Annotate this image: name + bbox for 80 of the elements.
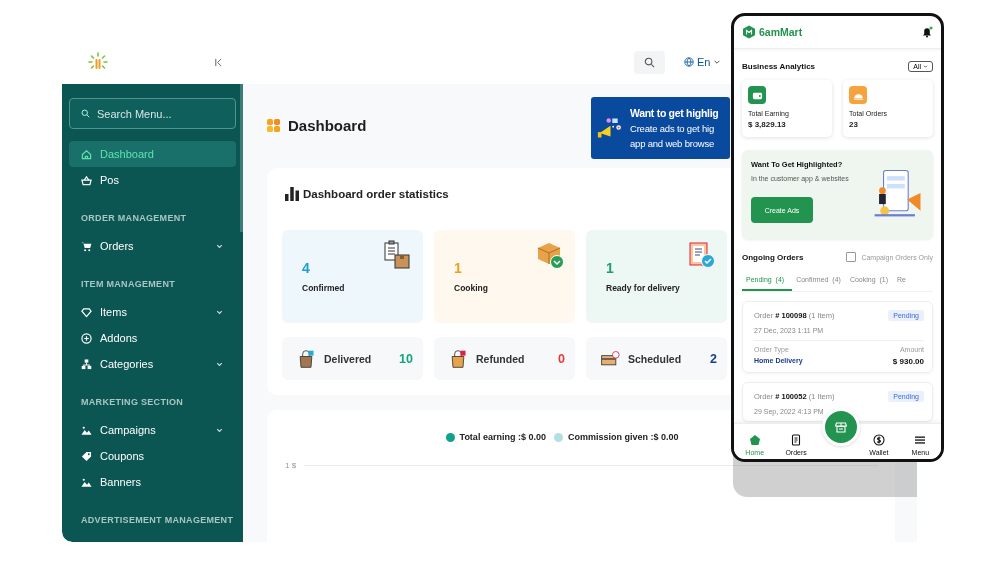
section-heading: ORDER MANAGEMENT	[80, 212, 188, 225]
promo-text: Create ads to get hig	[630, 122, 715, 136]
summary-card[interactable]: Scheduled 2	[586, 337, 727, 380]
status-count: 4	[302, 260, 311, 278]
summary-count: 2	[710, 351, 717, 366]
section-heading: ITEM MANAGEMENT	[80, 278, 176, 291]
section-heading: ADVERTISEMENT MANAGEMENT	[80, 514, 235, 527]
menu-item[interactable]: Pos	[69, 167, 236, 193]
summary-label: Refunded	[476, 352, 526, 365]
status-label: Ready for delivery	[606, 283, 681, 293]
search-input[interactable]: Search Menu...	[97, 99, 224, 128]
logo-icon	[742, 25, 756, 39]
card-title: Dashboard order statistics	[303, 188, 449, 200]
menu-item-icon	[81, 358, 92, 370]
dollar-icon	[872, 434, 885, 446]
logo-icon	[88, 52, 108, 72]
axis-label: 1 $	[285, 461, 297, 470]
store-button[interactable]	[822, 408, 860, 446]
status-count: 1	[606, 260, 615, 278]
section-heading: MARKETING SECTION	[80, 396, 185, 409]
promo-title: Want to get highlig	[630, 106, 719, 121]
checkbox[interactable]	[846, 252, 857, 262]
menu-item-icon	[81, 306, 92, 318]
legend-label: Commission given :$ 0.00	[567, 432, 679, 442]
section-title: Business Analytics	[742, 61, 816, 71]
status-label: Cooking	[454, 283, 489, 293]
summary-count: 0	[558, 351, 565, 366]
menu-item-icon	[81, 332, 92, 344]
clipboard-box-icon	[383, 240, 413, 270]
search-button[interactable]	[634, 50, 665, 74]
legend-label: Total earning :$ 0.00	[459, 432, 546, 442]
globe-icon	[684, 57, 694, 67]
brand-name: 6amMart	[759, 26, 803, 38]
page-title: Dashboard	[288, 116, 367, 134]
box-check-icon	[535, 240, 565, 270]
bell-icon[interactable]	[921, 26, 933, 38]
menu-item[interactable]: Categories	[69, 351, 236, 377]
stat-value: $ 3,829.13	[748, 120, 787, 129]
status-card[interactable]: 1 Cooking	[434, 230, 575, 323]
store-icon	[835, 421, 847, 433]
menu-item[interactable]: Coupons	[69, 443, 236, 469]
menu-item[interactable]: Orders	[69, 233, 236, 259]
caret-icon	[713, 58, 722, 66]
search-icon	[644, 56, 655, 68]
menu-item-icon	[81, 450, 92, 462]
menu-item-icon	[81, 174, 92, 186]
menu-item[interactable]: Banners	[69, 469, 236, 495]
menu-item-icon	[81, 476, 92, 488]
caret-icon	[923, 63, 928, 69]
receipt-icon	[790, 434, 803, 446]
summary-label: Scheduled	[628, 352, 683, 365]
menu-item[interactable]: Campaigns	[69, 417, 236, 443]
status-label: Confirmed	[302, 283, 346, 293]
order-amount: $ 930.00	[892, 357, 924, 366]
status-card[interactable]: 1 Ready for delivery	[586, 230, 727, 323]
summary-count: 10	[399, 351, 413, 366]
menu-item-icon	[81, 424, 92, 436]
search-field[interactable]: Search Menu...	[69, 98, 236, 129]
language-selector[interactable]: En	[684, 56, 722, 68]
bar-chart-icon	[285, 187, 299, 201]
menu-item-icon	[81, 240, 92, 252]
menu-icon	[914, 434, 927, 446]
clipboard-check-icon	[687, 240, 717, 270]
menu-item[interactable]: Dashboard	[69, 141, 236, 167]
home-icon	[748, 434, 761, 446]
collapse-icon[interactable]	[214, 57, 223, 67]
promo-text: app and web browse	[630, 137, 716, 151]
stat-value: 23	[849, 120, 859, 129]
section-title: Ongoing Orders	[742, 252, 804, 262]
status-count: 1	[454, 260, 463, 278]
summary-label: Delivered	[324, 352, 373, 365]
summary-card[interactable]: Delivered 10	[282, 337, 423, 380]
search-icon	[81, 109, 90, 118]
summary-card[interactable]: Refunded 0	[434, 337, 575, 380]
menu-item[interactable]: Addons	[69, 325, 236, 351]
status-card[interactable]: 4 Confirmed	[282, 230, 423, 323]
menu-item[interactable]: Items	[69, 299, 236, 325]
menu-item-icon	[81, 148, 92, 160]
promo-banner[interactable]: Want to get highlig Create ads to get hig app and web browse	[591, 97, 730, 159]
dashboard-icon	[267, 118, 280, 132]
